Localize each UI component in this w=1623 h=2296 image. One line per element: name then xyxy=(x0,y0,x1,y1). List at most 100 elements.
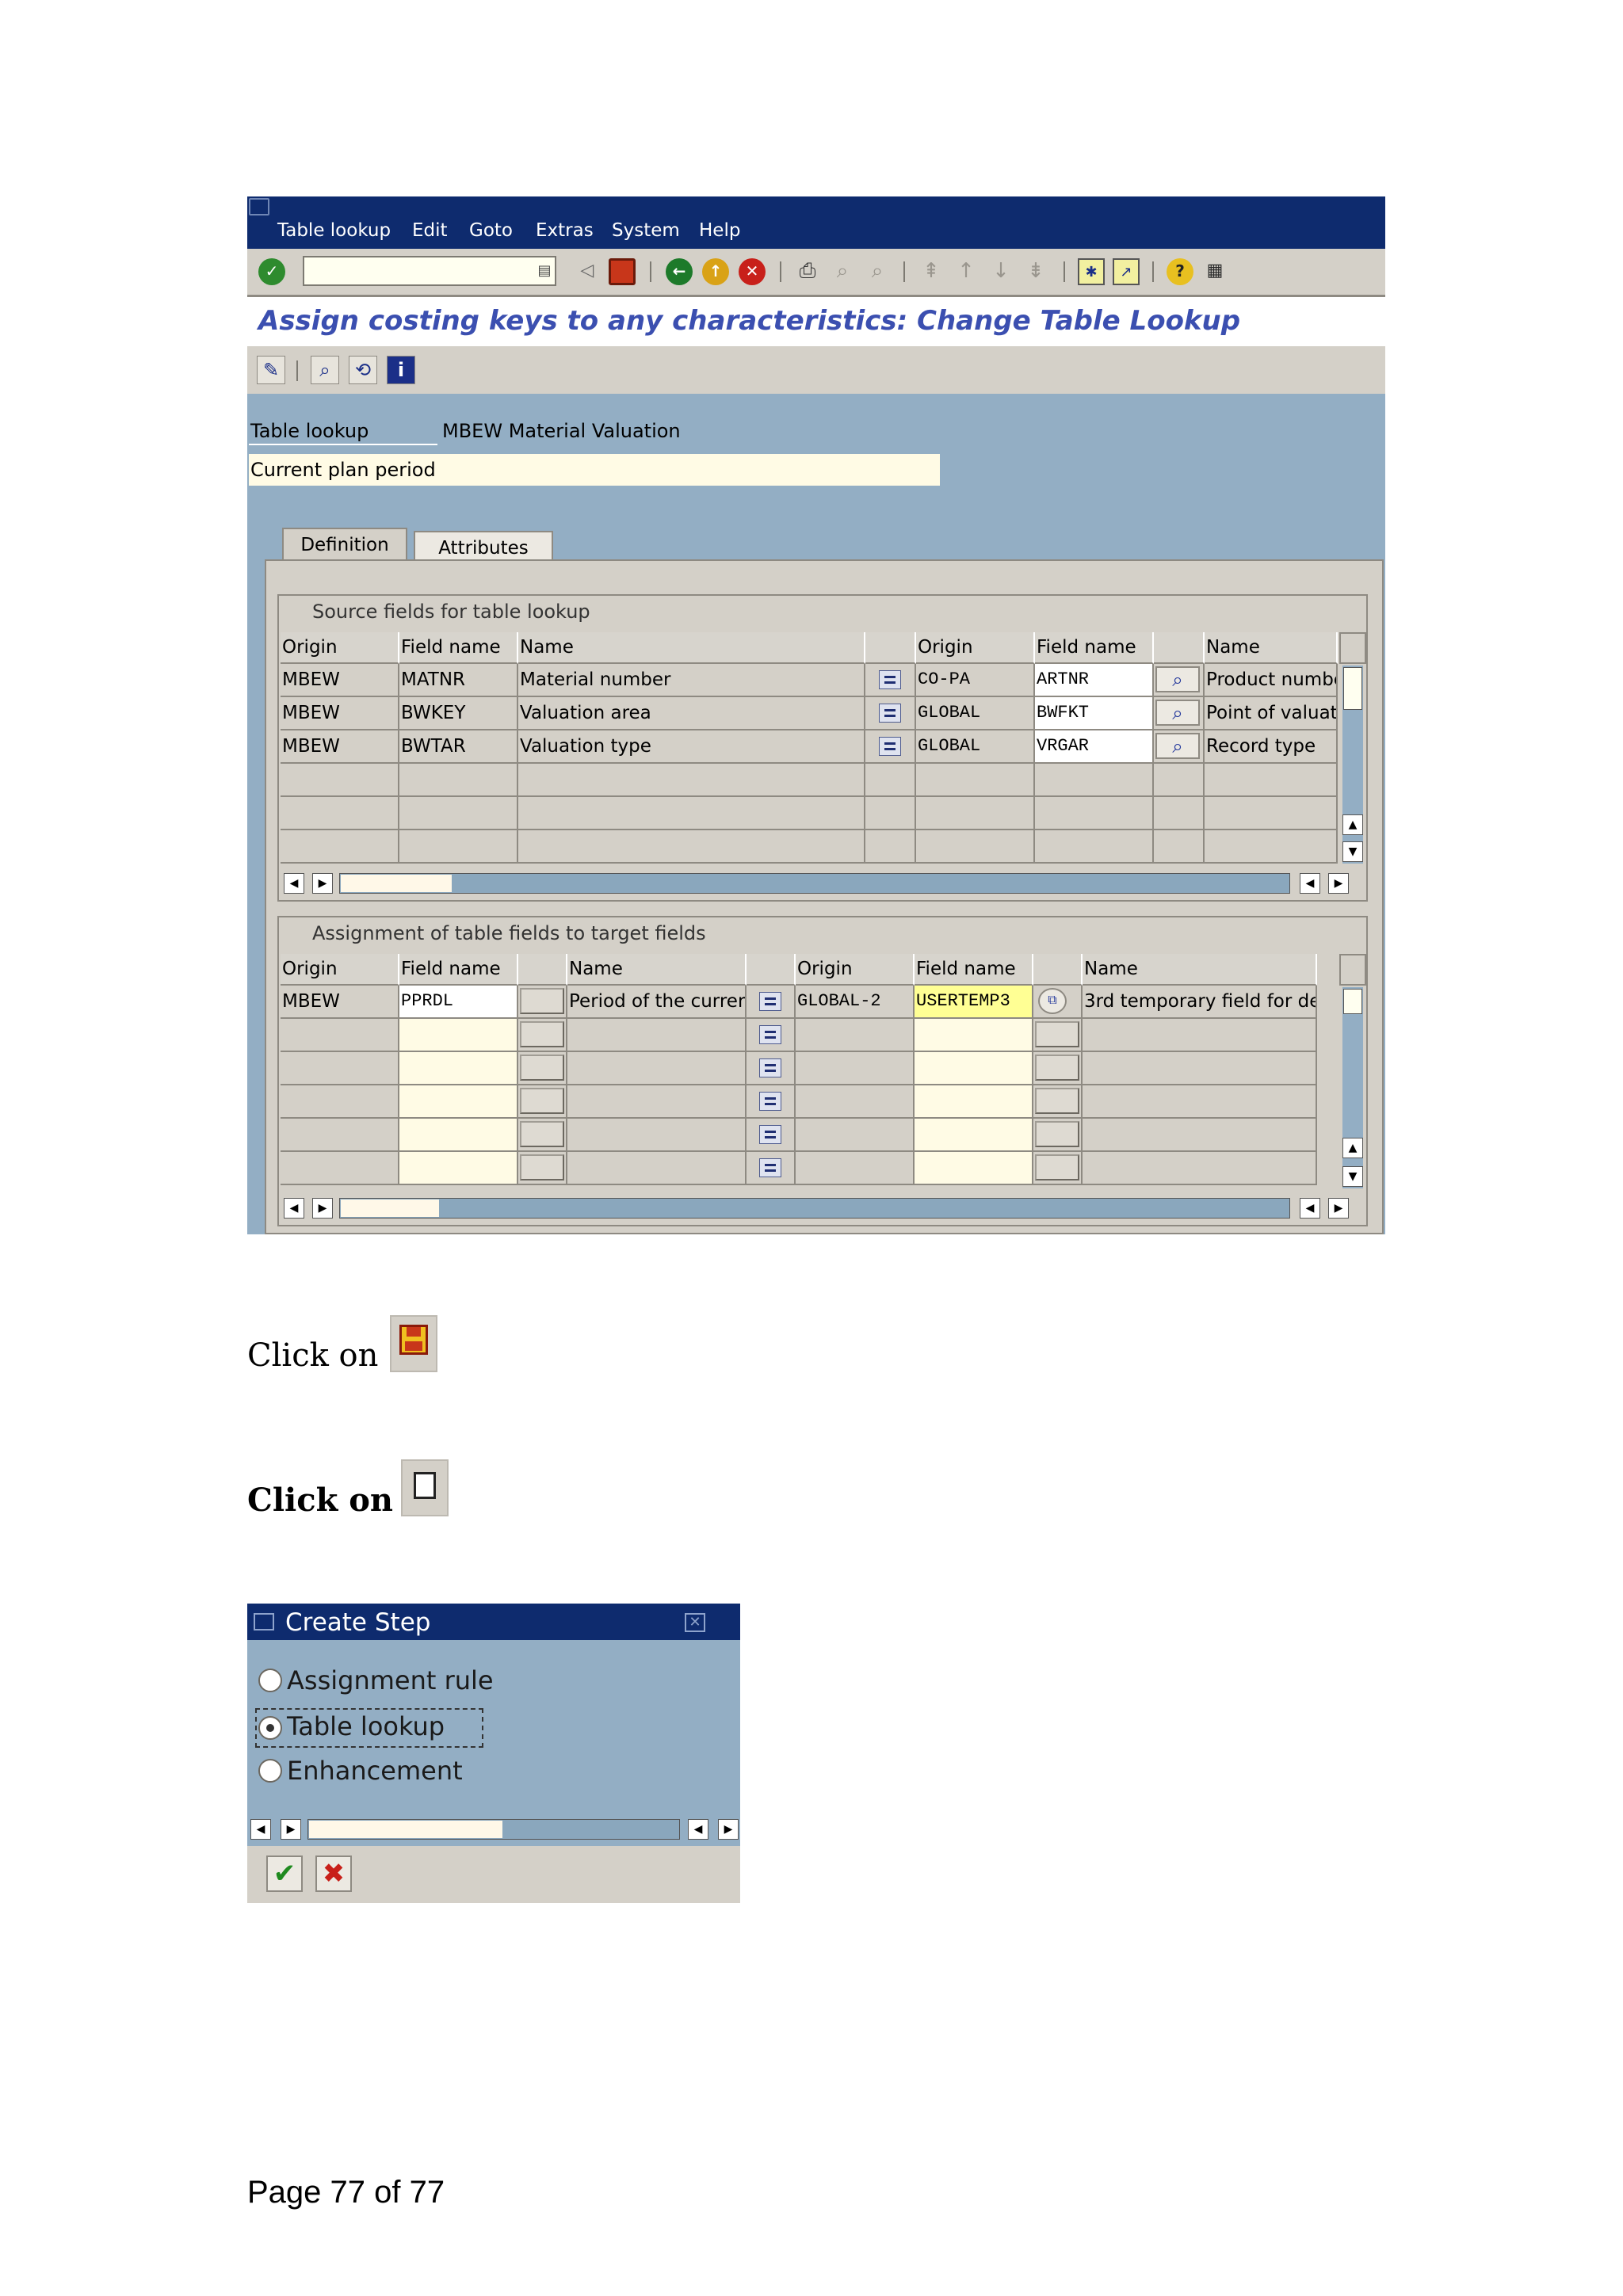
back-icon[interactable]: ← xyxy=(666,258,693,285)
scroll-left-end-icon[interactable]: ◀ xyxy=(1300,1198,1320,1219)
source-field-input[interactable] xyxy=(399,1119,518,1152)
row-push-button[interactable] xyxy=(520,988,564,1014)
target-field-input[interactable] xyxy=(915,1052,1033,1085)
dialog-system-icon[interactable] xyxy=(254,1613,274,1630)
target-field-input[interactable] xyxy=(915,1152,1033,1185)
horizontal-scrollbar[interactable]: ◀ ▶ ◀ ▶ xyxy=(284,1198,1361,1219)
scroll-track[interactable] xyxy=(339,1198,1290,1219)
column-settings-icon[interactable] xyxy=(1339,632,1366,664)
last-page-icon[interactable]: ⇟ xyxy=(1022,258,1049,285)
system-menu-icon[interactable] xyxy=(249,198,269,215)
radio-table-lookup[interactable] xyxy=(258,1716,282,1740)
target-field-input[interactable]: BWFKT xyxy=(1035,697,1154,730)
dropdown-icon[interactable]: ⧉ xyxy=(1038,988,1067,1014)
scroll-track[interactable] xyxy=(307,1819,680,1840)
find-next-icon[interactable]: ⌕ xyxy=(864,258,891,285)
source-field-input[interactable]: PPRDL xyxy=(399,986,518,1019)
find-icon[interactable]: ⌕ xyxy=(829,258,856,285)
row-push-button[interactable] xyxy=(1035,1021,1079,1047)
previous-page-icon[interactable]: ↑ xyxy=(953,258,980,285)
row-push-button[interactable] xyxy=(520,1088,564,1114)
scroll-thumb[interactable] xyxy=(1343,667,1362,710)
tab-definition[interactable]: Definition xyxy=(282,528,407,563)
scroll-thumb[interactable] xyxy=(309,1821,502,1838)
scroll-right-icon[interactable]: ▶ xyxy=(312,873,333,894)
target-field-input[interactable]: USERTEMP3 xyxy=(915,986,1033,1019)
row-push-button[interactable] xyxy=(520,1055,564,1081)
scroll-track[interactable] xyxy=(339,873,1290,894)
menu-system[interactable]: System xyxy=(612,220,680,241)
display-change-icon[interactable]: ✎ xyxy=(257,356,285,384)
first-page-icon[interactable]: ⇞ xyxy=(918,258,945,285)
menu-help[interactable]: Help xyxy=(699,220,740,241)
row-push-button[interactable] xyxy=(520,1021,564,1047)
info-icon[interactable]: i xyxy=(387,356,415,384)
column-settings-icon[interactable] xyxy=(1339,954,1366,986)
row-push-button[interactable] xyxy=(1035,1121,1079,1147)
menu-extras[interactable]: Extras xyxy=(536,220,594,241)
search-help-icon[interactable]: ⌕ xyxy=(1155,700,1200,726)
horizontal-scrollbar[interactable]: ◀ ▶ ◀ ▶ xyxy=(284,873,1361,894)
cancel-icon[interactable]: ✕ xyxy=(739,258,766,285)
scroll-right-icon[interactable]: ▶ xyxy=(281,1819,301,1840)
table-cell xyxy=(1083,1152,1317,1185)
row-push-button[interactable] xyxy=(1035,1055,1079,1081)
target-field-input[interactable]: VRGAR xyxy=(1035,730,1154,764)
scroll-right-end-icon[interactable]: ▶ xyxy=(1328,1198,1349,1219)
source-field-input[interactable] xyxy=(399,1019,518,1052)
scroll-right-end-icon[interactable]: ▶ xyxy=(718,1819,739,1840)
layout-menu-icon[interactable]: ▦ xyxy=(1201,258,1228,285)
scroll-thumb[interactable] xyxy=(1343,989,1362,1014)
scroll-down-icon[interactable]: ▼ xyxy=(1342,841,1363,862)
scroll-up-icon[interactable]: ▲ xyxy=(1342,1138,1363,1158)
menu-table-lookup[interactable]: Table lookup xyxy=(277,220,391,241)
scroll-thumb[interactable] xyxy=(341,875,452,892)
scroll-right-end-icon[interactable]: ▶ xyxy=(1328,873,1349,894)
command-field[interactable] xyxy=(303,256,556,286)
row-push-button[interactable] xyxy=(1035,1088,1079,1114)
search-icon[interactable]: ⌕ xyxy=(311,356,339,384)
new-session-icon[interactable]: ✱ xyxy=(1078,258,1105,285)
print-icon[interactable]: ⎙ xyxy=(794,258,821,285)
search-help-icon[interactable]: ⌕ xyxy=(1155,733,1200,759)
radio-enhancement[interactable] xyxy=(258,1759,282,1783)
row-push-button[interactable] xyxy=(520,1121,564,1147)
cancel-x-icon[interactable]: ✖ xyxy=(315,1855,352,1892)
scroll-right-icon[interactable]: ▶ xyxy=(312,1198,333,1219)
close-icon[interactable]: ✕ xyxy=(685,1613,705,1632)
shortcut-icon[interactable]: ↗ xyxy=(1113,258,1140,285)
save-icon[interactable] xyxy=(609,258,636,285)
menu-goto[interactable]: Goto xyxy=(469,220,513,241)
menu-edit[interactable]: Edit xyxy=(412,220,448,241)
vertical-scrollbar[interactable]: ▲ ▼ xyxy=(1342,666,1363,864)
row-push-button[interactable] xyxy=(1035,1154,1079,1180)
target-field-input[interactable] xyxy=(915,1019,1033,1052)
dialog-horizontal-scrollbar[interactable]: ◀ ▶ ◀ ▶ xyxy=(250,1819,740,1840)
other-object-icon[interactable]: ⟲ xyxy=(349,356,377,384)
command-history-icon[interactable]: ▤ xyxy=(531,258,558,285)
scroll-left-end-icon[interactable]: ◀ xyxy=(1300,873,1320,894)
continue-check-icon[interactable]: ✔ xyxy=(266,1855,303,1892)
source-field-input[interactable] xyxy=(399,1152,518,1185)
enter-icon[interactable]: ✓ xyxy=(258,258,285,285)
exit-icon[interactable]: ↑ xyxy=(702,258,729,285)
target-field-input[interactable] xyxy=(915,1085,1033,1119)
scroll-left-icon[interactable]: ◀ xyxy=(250,1819,271,1840)
help-icon[interactable]: ? xyxy=(1167,258,1193,285)
scroll-left-icon[interactable]: ◀ xyxy=(284,873,304,894)
next-page-icon[interactable]: ↓ xyxy=(987,258,1014,285)
scroll-down-icon[interactable]: ▼ xyxy=(1342,1166,1363,1187)
row-push-button[interactable] xyxy=(520,1154,564,1180)
scroll-left-end-icon[interactable]: ◀ xyxy=(688,1819,708,1840)
scroll-left-icon[interactable]: ◀ xyxy=(284,1198,304,1219)
target-field-input[interactable] xyxy=(915,1119,1033,1152)
radio-assignment-rule[interactable] xyxy=(258,1669,282,1692)
vertical-scrollbar[interactable]: ▲ ▼ xyxy=(1342,987,1363,1188)
collapse-icon[interactable]: ◁ xyxy=(574,258,601,285)
search-help-icon[interactable]: ⌕ xyxy=(1155,666,1200,692)
target-field-input[interactable]: ARTNR xyxy=(1035,664,1154,697)
source-field-input[interactable] xyxy=(399,1052,518,1085)
scroll-thumb[interactable] xyxy=(341,1199,439,1217)
source-field-input[interactable] xyxy=(399,1085,518,1119)
scroll-up-icon[interactable]: ▲ xyxy=(1342,814,1363,835)
